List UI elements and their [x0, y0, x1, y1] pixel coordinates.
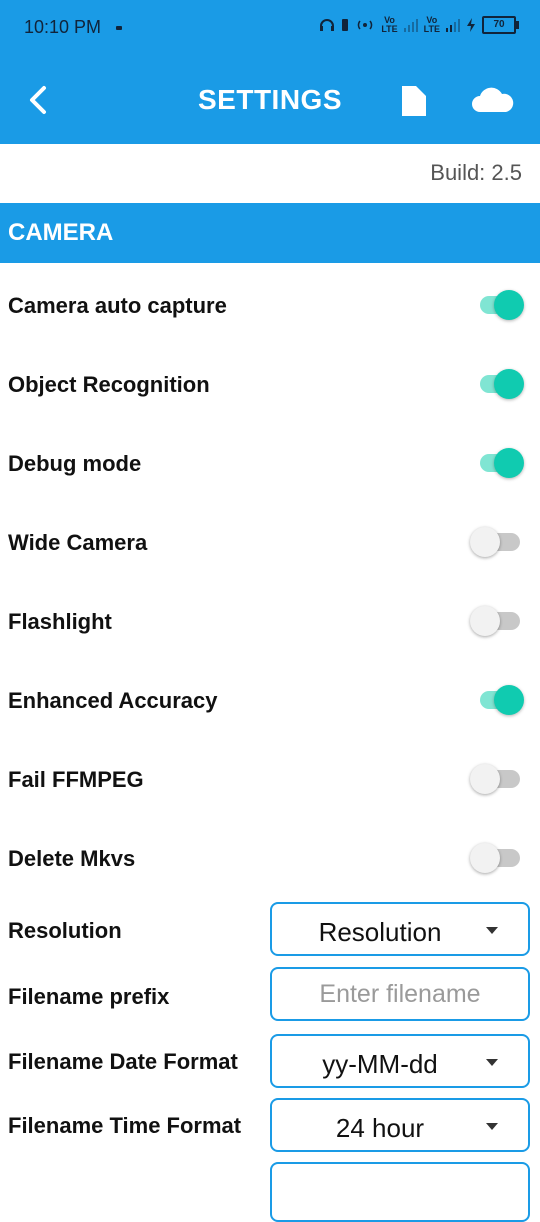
flashlight-toggle[interactable] — [468, 601, 532, 641]
delete-mkvs-toggle[interactable] — [468, 838, 532, 878]
signal-icon-1 — [403, 18, 418, 32]
dropdown-arrow-icon — [486, 1123, 498, 1130]
volte-label-2: Vo LTE — [423, 15, 440, 34]
build-version: Build: 2.5 — [430, 160, 522, 185]
filename-time-format-select[interactable]: 24 hour — [270, 1098, 530, 1152]
file-icon[interactable] — [398, 82, 430, 118]
resolution-label: Resolution — [8, 918, 122, 943]
headphones-icon — [320, 19, 335, 31]
date-format-value: yy-MM-dd — [322, 1049, 438, 1079]
filename-date-format-label: Filename Date Format — [8, 1049, 238, 1074]
dropdown-arrow-icon — [486, 1059, 498, 1066]
delete-mkvs-label: Delete Mkvs — [8, 846, 136, 871]
filename-date-format-select[interactable]: yy-MM-dd — [270, 1034, 530, 1088]
debug-mode-toggle[interactable] — [468, 443, 532, 483]
enhanced-accuracy-label: Enhanced Accuracy — [8, 688, 218, 713]
filename-prefix-label: Filename prefix — [8, 984, 170, 1009]
debug-mode-label: Debug mode — [8, 451, 142, 476]
wide-camera-label: Wide Camera — [8, 530, 148, 555]
page-title: SETTINGS — [197, 84, 342, 115]
filename-time-format-label: Filename Time Format — [8, 1113, 242, 1138]
time-format-value: 24 hour — [335, 1113, 425, 1143]
fail-ffmpeg-label: Fail FFMPEG — [8, 767, 144, 792]
object-recognition-toggle[interactable] — [468, 364, 532, 404]
resolution-select[interactable]: Resolution — [270, 902, 530, 956]
next-field-partial[interactable] — [270, 1162, 530, 1222]
resolution-value: Resolution — [318, 917, 442, 947]
status-icons: Vo LTE Vo LTE 70 — [319, 15, 519, 34]
status-bar: 10:10 PM Vo LTE Vo LTE 70 — [0, 0, 540, 56]
notification-dot-icon — [116, 26, 122, 30]
app-bar: SETTINGS — [0, 56, 540, 144]
charging-icon — [467, 18, 475, 32]
battery-icon: 70 — [482, 16, 519, 34]
fail-ffmpeg-toggle[interactable] — [468, 759, 532, 799]
wide-camera-toggle[interactable] — [468, 522, 532, 562]
filename-prefix-field — [270, 967, 530, 1021]
object-recognition-label: Object Recognition — [8, 372, 210, 397]
cloud-icon[interactable] — [468, 82, 516, 118]
camera-section-header: CAMERA — [0, 203, 540, 263]
filename-prefix-input[interactable] — [272, 969, 528, 1019]
signal-icon-2 — [446, 18, 460, 32]
flashlight-label: Flashlight — [8, 609, 112, 634]
volte-label-1: Vo LTE — [381, 15, 398, 34]
status-time: 10:10 PM — [24, 17, 102, 37]
camera-auto-capture-label: Camera auto capture — [8, 293, 227, 318]
section-title: CAMERA — [8, 219, 114, 246]
dropdown-arrow-icon — [486, 927, 498, 934]
app-header: 10:10 PM Vo LTE Vo LTE 70 SETTINGS — [0, 0, 540, 144]
enhanced-accuracy-toggle[interactable] — [468, 680, 532, 720]
vibrate-icon — [342, 19, 349, 31]
hotspot-icon — [358, 20, 373, 30]
camera-auto-capture-toggle[interactable] — [468, 285, 532, 325]
